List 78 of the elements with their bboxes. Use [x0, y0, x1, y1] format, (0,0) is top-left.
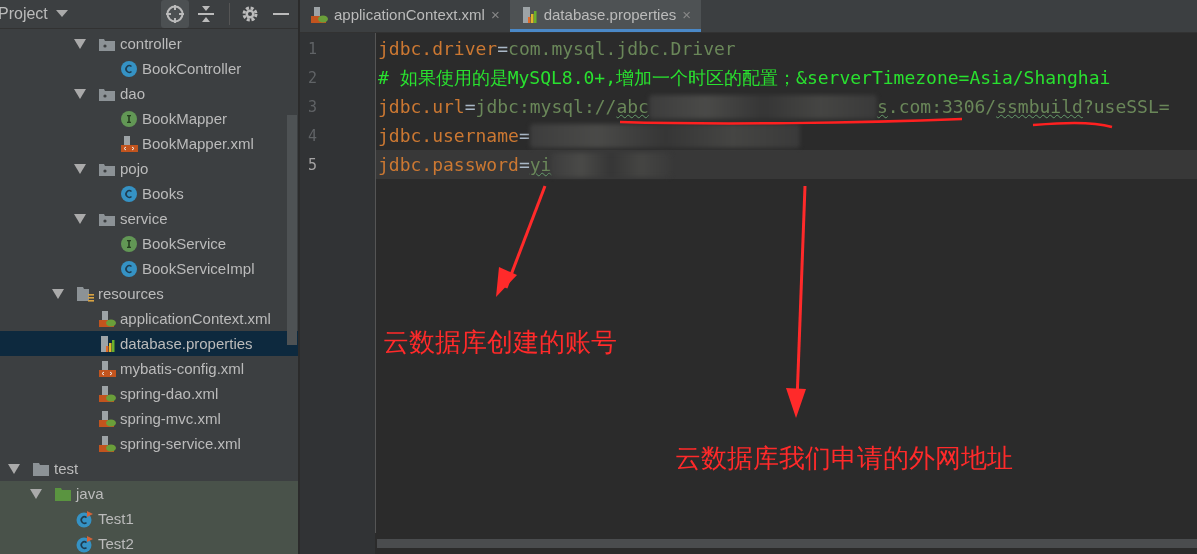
xml-file-icon	[98, 359, 116, 378]
locate-button[interactable]	[161, 0, 189, 28]
tree-item[interactable]: java	[0, 481, 298, 506]
equals-sign: =	[518, 154, 530, 175]
property-value: s	[876, 96, 888, 117]
properties-file-icon	[98, 334, 116, 353]
test-class-icon	[76, 509, 94, 528]
horizontal-scrollbar-thumb[interactable]	[377, 539, 1197, 548]
tree-item[interactable]: spring-dao.xml	[0, 381, 298, 406]
class-icon	[120, 59, 138, 78]
tree-item[interactable]: service	[0, 206, 298, 231]
caret-icon[interactable]	[55, 10, 68, 18]
tree-item[interactable]: applicationContext.xml	[0, 306, 298, 331]
property-value: jdbc:mysql://	[475, 96, 617, 117]
tree-item[interactable]: test	[0, 456, 298, 481]
property-value: abc	[616, 96, 649, 117]
expanded-arrow-icon[interactable]	[30, 488, 42, 499]
annotation-text: 云数据库创建的账号	[383, 326, 617, 359]
interface-icon	[120, 234, 138, 253]
tree-item[interactable]: spring-mvc.xml	[0, 406, 298, 431]
property-key: jdbc.username	[378, 125, 519, 146]
panel-title[interactable]: Project	[0, 5, 48, 23]
class-icon	[120, 259, 138, 278]
expanded-arrow-icon[interactable]	[52, 288, 64, 299]
property-key: jdbc.driver	[378, 38, 498, 59]
spring-xml-file-icon	[98, 384, 116, 403]
tree-item[interactable]: BookMapper.xml	[0, 131, 298, 156]
crosshair-icon	[165, 4, 185, 24]
property-value: com.mysql.jdbc.Driver	[508, 38, 736, 59]
spring-xml-file-icon	[98, 309, 116, 328]
property-key: jdbc.url	[378, 96, 465, 117]
editor-tab[interactable]: database.properties ×	[509, 0, 702, 32]
xml-file-icon	[120, 134, 138, 153]
folder-icon	[32, 460, 50, 477]
tree-item[interactable]: Test1	[0, 506, 298, 531]
equals-sign: =	[464, 96, 476, 117]
scrollbar-thumb[interactable]	[287, 115, 297, 345]
collapse-icon	[197, 5, 215, 23]
annotation-text: 云数据库我们申请的外网地址	[675, 442, 1013, 475]
expanded-arrow-icon[interactable]	[74, 163, 86, 174]
expanded-arrow-icon[interactable]	[74, 88, 86, 99]
tree-item[interactable]: resources	[0, 281, 298, 306]
expanded-arrow-icon[interactable]	[74, 213, 86, 224]
spring-xml-file-icon	[98, 409, 116, 428]
tree-item[interactable]: BookController	[0, 56, 298, 81]
tree-item[interactable]: pojo	[0, 156, 298, 181]
equals-sign: =	[518, 125, 530, 146]
line-number: 5	[308, 155, 318, 174]
test-class-icon	[76, 534, 94, 553]
settings-icon	[241, 5, 259, 23]
close-icon[interactable]: ×	[490, 6, 500, 23]
interface-icon	[120, 109, 138, 128]
folder-icon	[54, 485, 72, 502]
tree-item[interactable]: spring-service.xml	[0, 431, 298, 456]
property-value: ?useSSL=	[1082, 96, 1170, 117]
expanded-arrow-icon[interactable]	[8, 463, 20, 474]
class-icon	[120, 184, 138, 203]
tree-item[interactable]: Test2	[0, 531, 298, 554]
tree-item[interactable]: BookMapper	[0, 106, 298, 131]
tree-item[interactable]: BookServiceImpl	[0, 256, 298, 281]
minimize-icon	[273, 12, 289, 16]
resources-folder-icon	[76, 285, 94, 302]
code-comment: # 如果使用的是MySQL8.0+,增加一个时区的配置；&serverTimezone=Asia/Shanghai	[378, 65, 1111, 90]
editor-tab[interactable]: applicationContext.xml ×	[300, 0, 510, 32]
tree-item[interactable]: database.properties	[0, 331, 298, 356]
spring-xml-file-icon	[98, 434, 116, 453]
spring-xml-file-icon	[310, 5, 328, 24]
property-value: yi	[529, 154, 552, 175]
tree-item[interactable]: controller	[0, 31, 298, 56]
tree-item[interactable]: dao	[0, 81, 298, 106]
property-value: .com:3306/	[887, 96, 997, 117]
tree-item[interactable]: Books	[0, 181, 298, 206]
property-key: jdbc.password	[378, 154, 519, 175]
equals-sign: =	[497, 38, 509, 59]
property-value: ssmbuild	[996, 96, 1083, 117]
expanded-arrow-icon[interactable]	[74, 38, 86, 49]
tree-item[interactable]: mybatis-config.xml	[0, 356, 298, 381]
tree-item[interactable]: BookService	[0, 231, 298, 256]
